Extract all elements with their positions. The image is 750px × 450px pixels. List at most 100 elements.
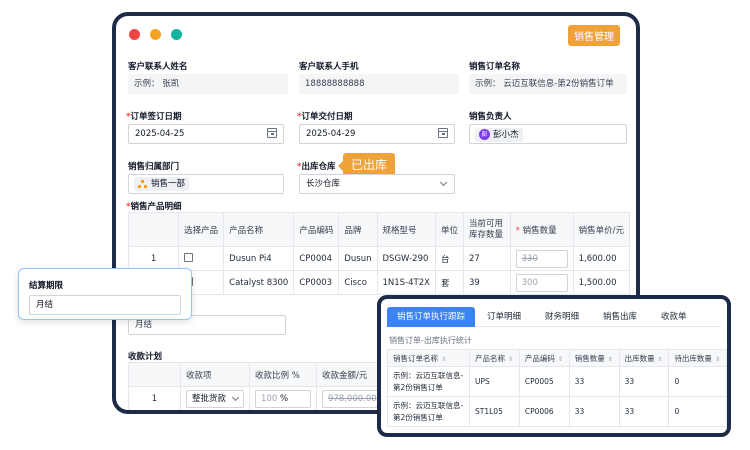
- col-out-qty: 出库数量 ⇕: [618, 349, 670, 367]
- exec-header-row: 销售订单名称 ⇕ 产品名称 ⇕ 产品编码 ⇕ 销售数量 ⇕ 出库数量 ⇕ 待出库数量 ⇕: [387, 349, 727, 367]
- order-name: 示例：云迈互联信息-第2份销售订单: [387, 366, 470, 397]
- col-index: [128, 362, 181, 387]
- calendar-icon[interactable]: [267, 128, 277, 138]
- minimize-dot-icon[interactable]: [150, 29, 161, 40]
- col-pending-qty-text: 待出库数量: [674, 353, 712, 363]
- collection-item-cell: 整批货款: [180, 386, 250, 410]
- col-collection-item: 收款项: [180, 362, 250, 387]
- tab-sales-outbound[interactable]: 销售出库: [603, 307, 637, 327]
- col-index: [127, 212, 180, 247]
- exec-table: 销售订单名称 ⇕ 产品名称 ⇕ 产品编码 ⇕ 销售数量 ⇕ 出库数量 ⇕ 待出库数量 ⇕ 示…: [387, 349, 727, 427]
- required-mark: *: [515, 225, 520, 236]
- row-index: 1: [128, 386, 181, 410]
- pending-qty: 0: [668, 396, 727, 427]
- warehouse-label: *出库仓库: [297, 160, 335, 172]
- exec-tabs: 销售订单执行跟踪 订单明细 财务明细 销售出库 收款单: [387, 307, 721, 327]
- sort-icon[interactable]: ⇕: [608, 356, 613, 363]
- sort-icon[interactable]: ⇕: [558, 356, 563, 363]
- col-order-name-text: 销售订单名称: [393, 353, 438, 363]
- avatar: 彭: [479, 129, 490, 140]
- stock: 39: [462, 270, 511, 295]
- unit: 台: [434, 246, 464, 271]
- col-sold-qty: 销售数量 ⇕: [568, 349, 620, 367]
- department-label: 销售归属部门: [128, 162, 180, 172]
- products-label: *销售产品明细: [126, 200, 181, 212]
- collection-item-select[interactable]: 整批货款: [186, 389, 244, 408]
- stage: 销售管理 客户联系人姓名 示例： 张凯 客户联系人手机 18888888888 …: [0, 0, 750, 450]
- delivery-date-label: *订单交付日期: [297, 110, 352, 122]
- product-code: CP0003: [293, 270, 340, 295]
- department-chip: 销售一部: [134, 177, 190, 191]
- collection-amount-input[interactable]: 978,000.00: [322, 389, 382, 408]
- unit: 套: [434, 270, 464, 295]
- products-table: 选择产品 产品名称 产品编码 品牌 规格型号 单位 当前可用库存数量 * 销售数…: [127, 212, 631, 295]
- pending-qty: 0: [668, 366, 727, 397]
- org-structure-icon: [138, 179, 148, 189]
- contact-name-label: 客户联系人姓名: [128, 62, 188, 72]
- sign-date-input[interactable]: 2025-04-25: [128, 124, 284, 144]
- sales-qty-cell: 330: [509, 246, 574, 271]
- order-name-field: 示例： 云迈互联信息-第2份销售订单: [469, 74, 627, 94]
- product-picker-icon[interactable]: [184, 252, 194, 262]
- payment-term-field[interactable]: 月结: [29, 295, 181, 315]
- brand: Dusun: [338, 246, 378, 271]
- tab-execution-tracking[interactable]: 销售订单执行跟踪: [387, 307, 476, 327]
- collection-ratio-input[interactable]: 100 %: [255, 389, 311, 408]
- owner-field[interactable]: 彭彭小杰: [469, 124, 627, 144]
- unit-price: 1,600.00: [572, 246, 631, 271]
- product-name: ST1L05: [469, 396, 520, 427]
- col-product-code-text: 产品编码: [524, 353, 555, 363]
- col-product-name-text: 产品名称: [475, 353, 505, 363]
- spec: 1N1S-4T2X: [376, 270, 436, 295]
- col-product-code: 产品编码 ⇕: [518, 349, 570, 367]
- collection-ratio-cell: 100 %: [249, 386, 317, 410]
- sold-qty: 33: [568, 366, 620, 397]
- sign-date-value: 2025-04-25: [135, 129, 185, 139]
- product-name: Dusun Pi4: [223, 246, 295, 271]
- execution-tracking-panel: 销售订单执行跟踪 订单明细 财务明细 销售出库 收款单 销售订单-出库执行统计 …: [377, 295, 731, 437]
- owner-label: 销售负责人: [469, 112, 512, 122]
- window-controls: [129, 29, 182, 40]
- collection-item-value: 整批货款: [192, 393, 227, 404]
- warehouse-select[interactable]: 长沙仓库: [299, 174, 455, 194]
- order-name-label: 销售订单名称: [469, 62, 521, 72]
- tab-finance-details[interactable]: 财务明细: [545, 307, 579, 327]
- col-unit: 单位: [434, 212, 464, 247]
- col-brand: 品牌: [338, 212, 378, 247]
- select-product-cell: [178, 246, 225, 271]
- contact-phone-field: 18888888888: [299, 74, 459, 94]
- out-qty: 33: [618, 396, 670, 427]
- owner-name: 彭小杰: [493, 129, 519, 140]
- sort-icon[interactable]: ⇕: [658, 356, 663, 363]
- row-index: 1: [127, 246, 180, 271]
- col-sales-qty-text: 销售数量: [522, 225, 557, 236]
- close-dot-icon[interactable]: [129, 29, 140, 40]
- col-unit-price: 销售单价/元: [572, 212, 631, 247]
- sort-icon[interactable]: ⇕: [508, 356, 513, 363]
- col-select-product: 选择产品: [178, 212, 225, 247]
- tab-order-details[interactable]: 订单明细: [487, 307, 521, 327]
- sort-icon[interactable]: ⇕: [715, 356, 720, 363]
- col-sales-qty: * 销售数量: [509, 212, 574, 247]
- col-collection-ratio: 收款比例 %: [249, 362, 317, 387]
- department-name: 销售一部: [151, 179, 186, 189]
- delivery-date-value: 2025-04-29: [306, 129, 356, 139]
- product-code: CP0005: [518, 366, 570, 397]
- maximize-dot-icon[interactable]: [171, 29, 182, 40]
- spec: DSGW-290: [376, 246, 436, 271]
- sales-qty-input[interactable]: 330: [515, 249, 568, 268]
- delivery-date-input[interactable]: 2025-04-29: [299, 124, 455, 144]
- sales-qty-input[interactable]: 300: [515, 273, 568, 292]
- payment-term-popup: 结算期限 月结: [18, 268, 192, 320]
- stock: 27: [462, 246, 511, 271]
- tab-receipts[interactable]: 收款单: [661, 307, 687, 327]
- collection-plan-label: 收款计划: [128, 352, 163, 362]
- table-row: 示例：云迈互联信息-第2份销售订单 ST1L05 CP0006 33 33 0: [387, 396, 727, 427]
- department-field[interactable]: 销售一部: [128, 174, 284, 194]
- calendar-icon[interactable]: [438, 128, 448, 138]
- unit-price: 1,500.00: [572, 270, 631, 295]
- col-product-name: 产品名称: [223, 212, 295, 247]
- sort-icon[interactable]: ⇕: [441, 356, 446, 363]
- product-name: UPS: [469, 366, 520, 397]
- table-row: Catalyst 8300 CP0003 Cisco 1N1S-4T2X 套 3…: [127, 270, 631, 295]
